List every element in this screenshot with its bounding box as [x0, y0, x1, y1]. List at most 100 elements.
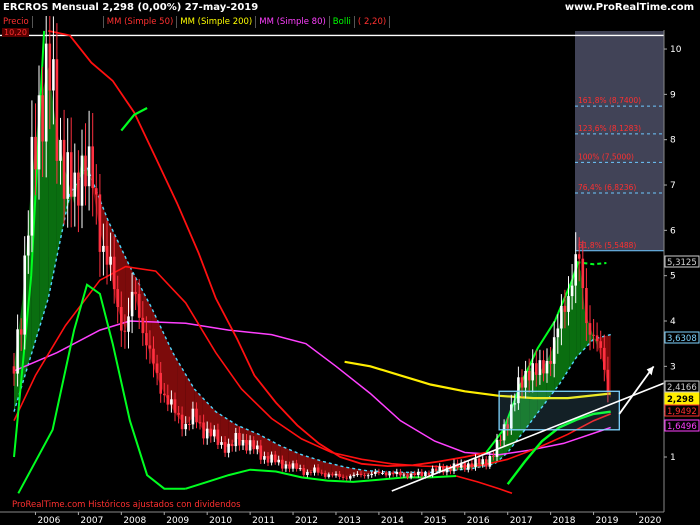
candle-body — [44, 43, 48, 142]
legend-item[interactable]: MM (Simple 200) — [177, 16, 257, 28]
fib-label: 61,8% (5,5488) — [578, 241, 636, 250]
candle-body — [538, 360, 542, 375]
candle-body — [105, 245, 109, 265]
candle-body — [195, 408, 198, 423]
legend-item[interactable]: MM (Simple 50) — [104, 16, 178, 28]
chart-title: ERCROS Mensual 2,298 (0,00%) 27-may-2019 — [3, 2, 259, 13]
legend-item[interactable]: ( 2,20) — [355, 16, 391, 28]
candle-body — [334, 473, 338, 476]
candle-body — [484, 459, 488, 467]
legend-item[interactable]: Precio — [0, 16, 33, 28]
candle-body — [395, 471, 399, 474]
candle-body — [263, 456, 266, 460]
price-chart[interactable]: 61,8% (5,5488) 76,4% (6,8236) 100% (7,5000… — [0, 0, 700, 525]
candle-body — [166, 395, 170, 405]
x-tick-label: 2014 — [381, 516, 404, 525]
candle-body — [499, 439, 502, 441]
candle-body — [120, 307, 123, 331]
candle-body — [424, 472, 427, 477]
corner-value: 10,20 — [2, 28, 29, 37]
candle-body — [127, 316, 130, 332]
candle-body — [470, 463, 474, 468]
candle-body — [80, 155, 84, 206]
candle-body — [223, 442, 227, 453]
candle-body — [552, 337, 556, 364]
candle-body — [245, 440, 248, 451]
candle-body — [252, 440, 255, 450]
candle-body — [356, 473, 359, 475]
price-tag-label: 5,3125 — [667, 258, 697, 268]
candle-body — [188, 424, 191, 425]
legend-item[interactable]: MM (Simple 80) — [256, 16, 330, 28]
candle-body — [384, 473, 388, 476]
y-tick-label: 7 — [670, 181, 676, 191]
price-tag: 5,3125 — [664, 255, 700, 268]
x-tick-label: 2012 — [295, 516, 318, 525]
candle-body — [420, 471, 424, 477]
candle-body — [323, 473, 327, 477]
candle-body — [592, 334, 595, 336]
legend-item[interactable] — [33, 16, 104, 28]
candle-body — [488, 455, 492, 467]
candle-body — [585, 288, 588, 324]
candle-body — [438, 466, 441, 471]
price-tag: 2,298 — [664, 392, 700, 405]
candle-body — [191, 408, 195, 425]
candle-body — [377, 471, 381, 473]
candle-body — [520, 377, 524, 388]
x-tick-label: 2011 — [252, 516, 275, 525]
candle-body — [560, 305, 563, 329]
candle-body — [481, 459, 484, 465]
candle-body — [77, 172, 80, 206]
candle-body — [338, 473, 341, 477]
candle-body — [327, 474, 331, 477]
candle-body — [352, 474, 356, 477]
candle-body — [284, 464, 288, 469]
candle-body — [19, 329, 23, 335]
site-link[interactable]: www.ProRealTime.com — [565, 2, 694, 13]
candle-body — [266, 456, 270, 463]
candle-body — [30, 136, 34, 236]
fib-label: 100% (7,5000) — [578, 152, 634, 161]
price-tag: 1,9492 — [664, 404, 700, 417]
candle-body — [306, 471, 309, 475]
x-tick-label: 2015 — [424, 516, 447, 525]
candle-body — [366, 475, 370, 477]
y-tick-label: 6 — [670, 226, 676, 236]
candle-body — [298, 468, 302, 470]
x-tick-label: 2019 — [596, 516, 619, 525]
legend-item[interactable]: Bolli — [330, 16, 355, 28]
candle-body — [109, 256, 112, 265]
candle-body — [173, 399, 177, 413]
candle-body — [123, 330, 127, 332]
candle-body — [52, 59, 55, 91]
candle-body — [184, 424, 187, 430]
candle-body — [606, 369, 610, 392]
candle-body — [370, 473, 373, 476]
price-tag: 1,6496 — [664, 419, 700, 432]
candle-body — [145, 333, 148, 346]
x-tick-label: 2016 — [467, 516, 490, 525]
candle-body — [595, 335, 599, 342]
candle-body — [291, 463, 295, 469]
candle-body — [549, 361, 552, 364]
candle-body — [345, 477, 348, 479]
chart-window: 61,8% (5,5488) 76,4% (6,8236) 100% (7,5000… — [0, 0, 700, 525]
candle-body — [37, 95, 41, 170]
candle-body — [116, 289, 119, 307]
candle-body — [374, 471, 377, 474]
candle-body — [427, 472, 431, 476]
candle-body — [316, 467, 320, 473]
candle-body — [177, 412, 180, 415]
candle-body — [341, 476, 345, 478]
candle-body — [309, 471, 313, 473]
candle-body — [474, 458, 477, 468]
candle-body — [256, 445, 259, 450]
candle-body — [227, 443, 230, 453]
candle-body — [209, 428, 213, 437]
candle-body — [234, 433, 238, 447]
x-tick-label: 2010 — [209, 516, 232, 525]
candle-body — [148, 345, 152, 349]
candle-body — [141, 317, 145, 334]
price-tag-label: 2,298 — [667, 395, 694, 405]
